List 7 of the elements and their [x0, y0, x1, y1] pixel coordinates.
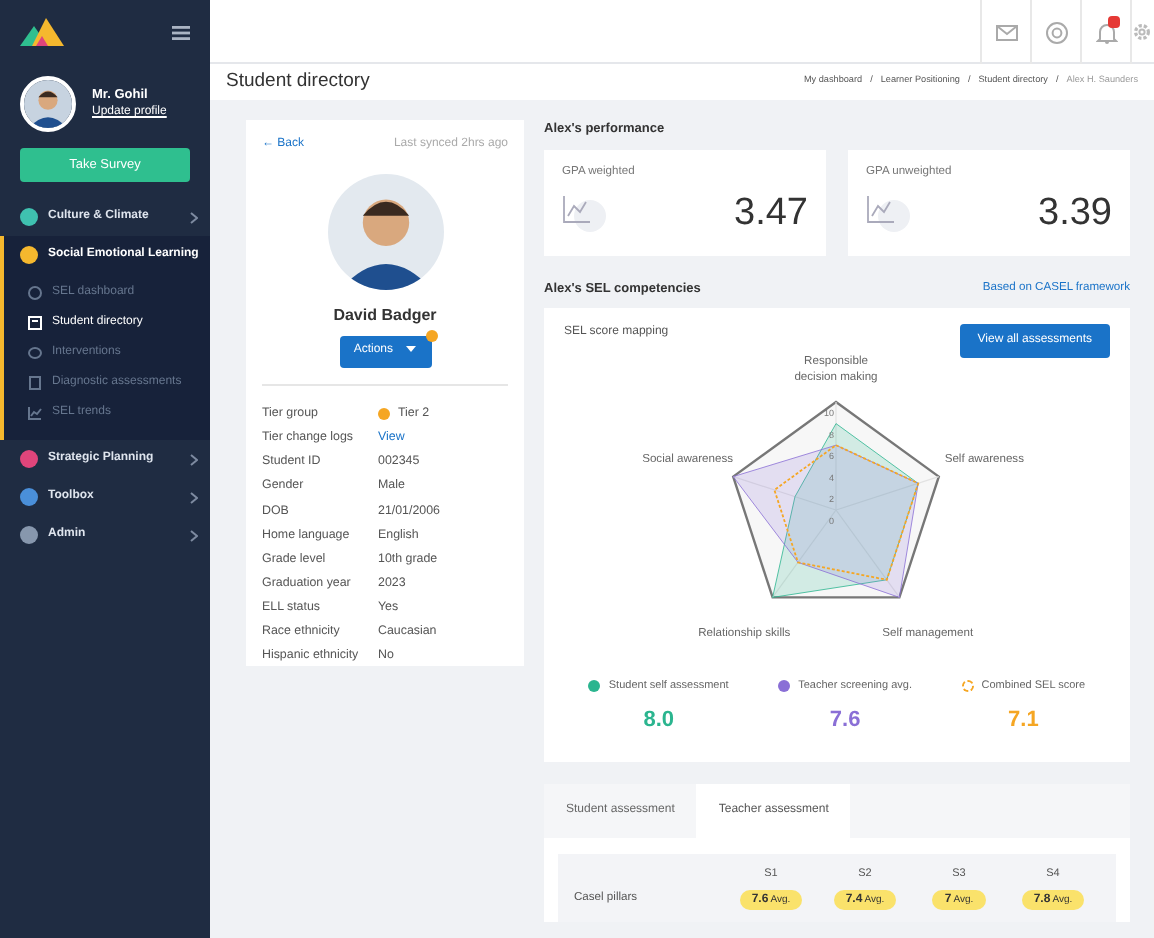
score-value: 8.0	[641, 705, 676, 735]
score-value: 7.1	[1006, 705, 1041, 735]
student-name: David Badger	[331, 303, 439, 328]
gpa-value: 3.39	[1038, 194, 1112, 233]
gpa-value: 3.47	[734, 194, 808, 233]
score-value: 7.6	[827, 705, 863, 735]
page-title: Student directory	[226, 67, 370, 96]
